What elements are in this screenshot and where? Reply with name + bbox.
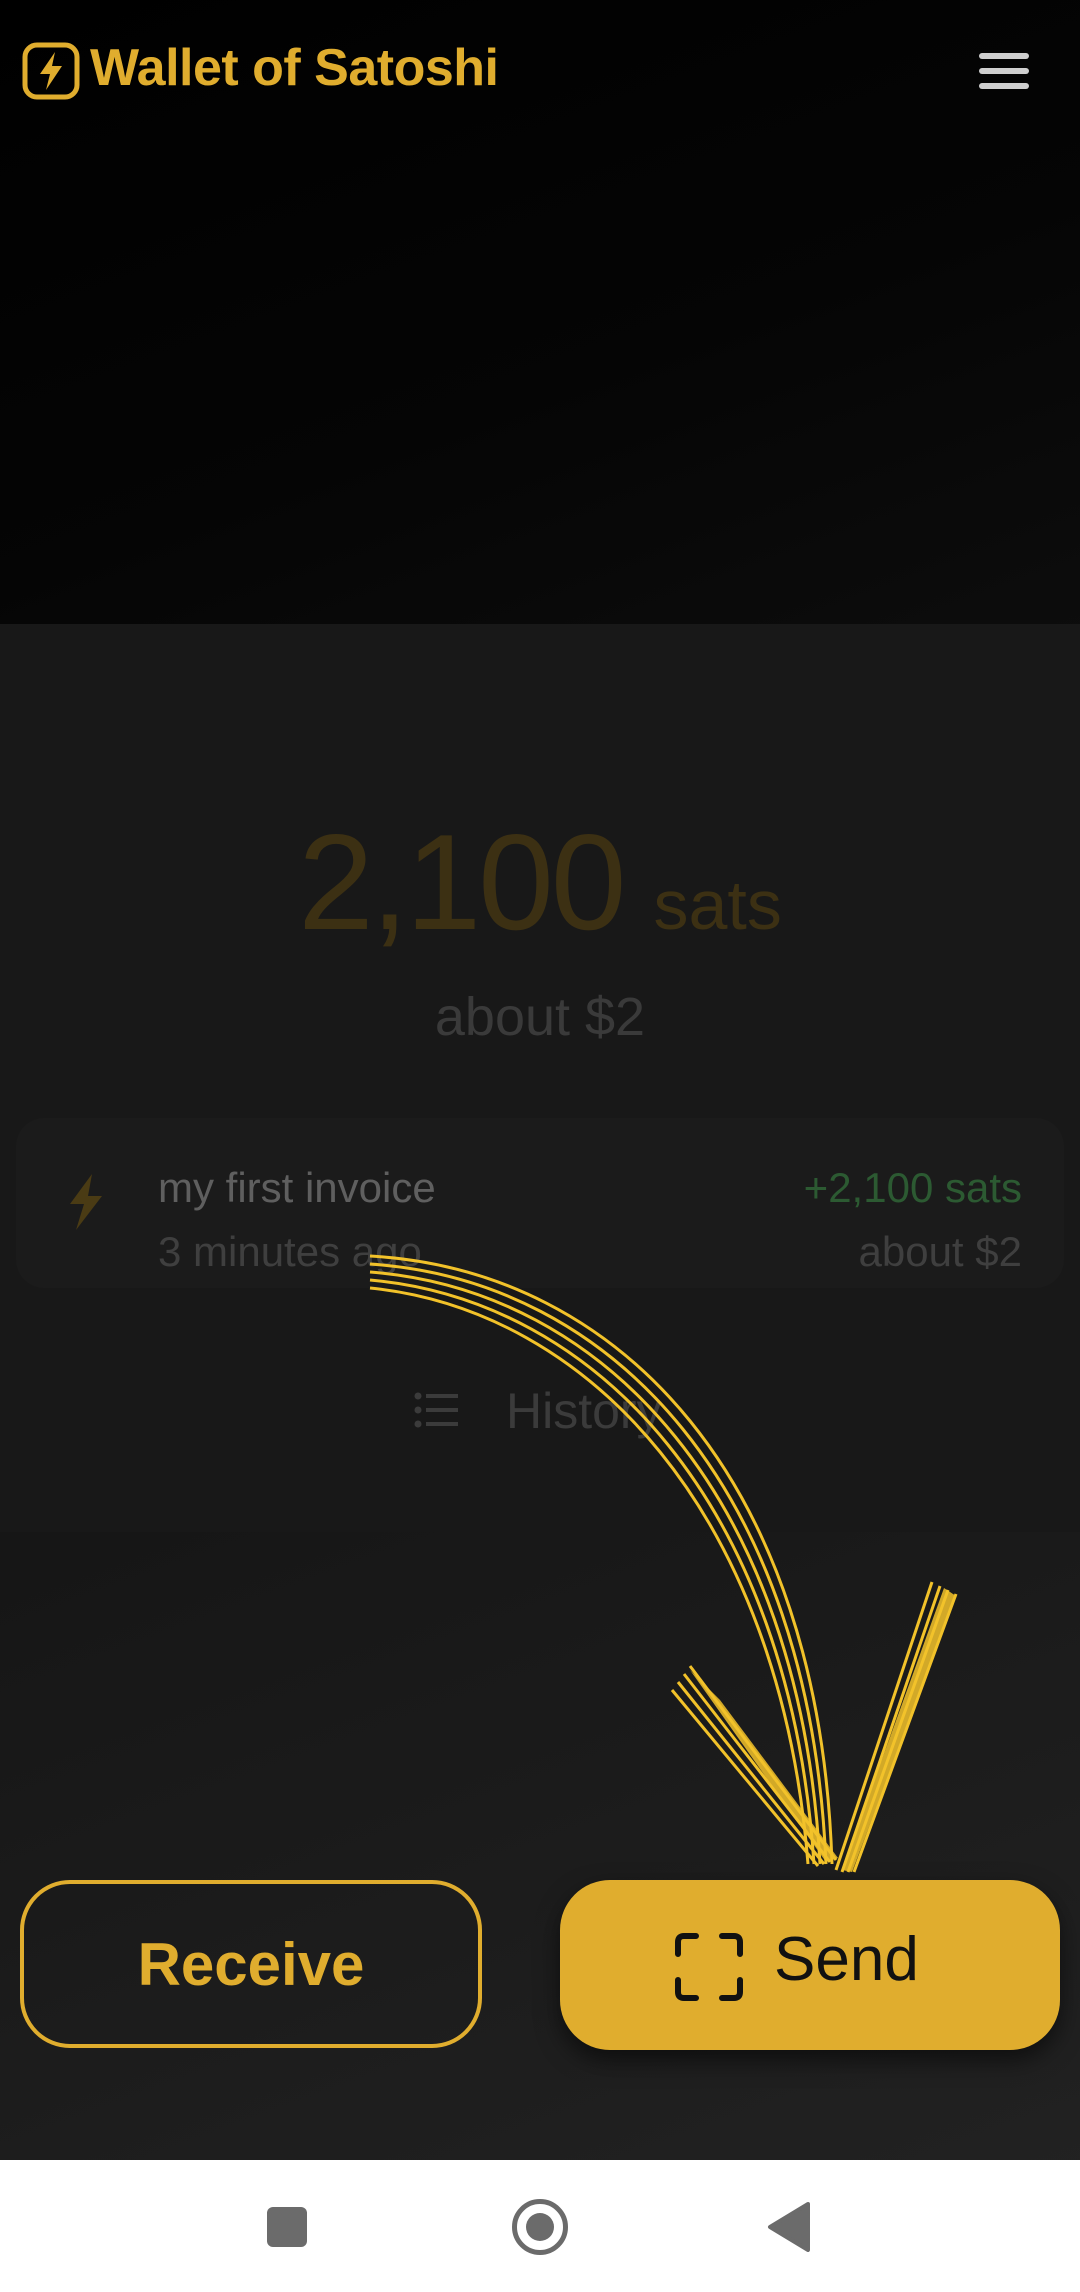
system-nav-bar bbox=[0, 2160, 1080, 2292]
menu-line bbox=[979, 68, 1029, 74]
balance-display[interactable]: 2,100 sats bbox=[0, 804, 1080, 960]
receive-button[interactable]: Receive bbox=[20, 1880, 482, 2048]
transaction-time: 3 minutes ago bbox=[158, 1228, 422, 1275]
send-label: Send bbox=[774, 1925, 919, 1994]
list-icon bbox=[414, 1392, 458, 1428]
menu-line bbox=[979, 53, 1029, 59]
history-button[interactable]: History bbox=[410, 1376, 690, 1446]
transaction-fiat: about $2 bbox=[858, 1228, 1023, 1275]
square-icon[interactable] bbox=[267, 2207, 307, 2247]
history-label: History bbox=[506, 1383, 662, 1439]
wallet-screen: Wallet of Satoshi 2,100 sats about $2 my … bbox=[0, 0, 1080, 2292]
scan-icon bbox=[675, 1933, 743, 2001]
balance-fiat: about $2 bbox=[434, 987, 646, 1047]
app-title: Wallet of Satoshi bbox=[90, 39, 499, 97]
balance-unit: sats bbox=[653, 866, 782, 944]
receive-label: Receive bbox=[137, 1930, 365, 1998]
lightning-bolt-icon bbox=[70, 1174, 102, 1230]
circle-home-icon[interactable] bbox=[512, 2199, 568, 2255]
transaction-item[interactable]: my first invoice 3 minutes ago +2,100 sa… bbox=[16, 1118, 1064, 1288]
send-button[interactable]: Send bbox=[560, 1880, 1060, 2050]
lightning-bolt-icon bbox=[22, 42, 80, 100]
balance-amount: 2,100 bbox=[298, 806, 626, 958]
transaction-title: my first invoice bbox=[158, 1164, 436, 1211]
balance-panel: 2,100 sats about $2 my first invoice 3 mi… bbox=[0, 624, 1080, 1532]
transaction-amount: +2,100 sats bbox=[803, 1164, 1022, 1211]
triangle-back-icon[interactable] bbox=[766, 2202, 812, 2252]
menu-line bbox=[979, 83, 1029, 89]
hamburger-menu-icon[interactable] bbox=[970, 40, 1038, 102]
app-header: Wallet of Satoshi bbox=[0, 0, 1080, 140]
